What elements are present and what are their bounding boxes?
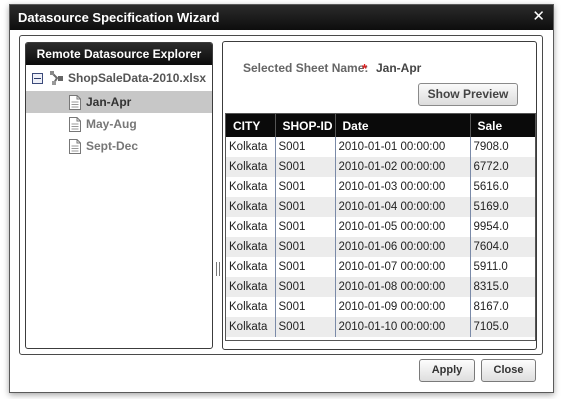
table-cell: Kolkata [226, 197, 276, 217]
table-cell: 5911.0 [470, 257, 535, 277]
dialog-title: Datasource Specification Wizard [18, 10, 220, 25]
preview-data-grid[interactable]: CITY SHOP-ID Date Sale Kolkata S001 2010-01-0… [225, 113, 536, 341]
table-row[interactable]: Kolkata S001 2010-01-02 00:00:00 6772.0 [226, 157, 535, 177]
tree-item-sheet[interactable]: May-Aug [26, 113, 212, 135]
table-row[interactable]: Kolkata S001 2010-01-06 00:00:00 7604.0 [226, 237, 535, 257]
root-file-label: ShopSaleData-2010.xlsx [68, 71, 207, 85]
tree-root-node[interactable]: ShopSaleData-2010.xlsx [32, 70, 206, 86]
table-row[interactable]: Kolkata S001 2010-01-01 00:00:00 7908.0 [226, 137, 535, 157]
document-icon [69, 94, 81, 110]
table-cell: 2010-01-01 00:00:00 [335, 137, 471, 157]
close-icon[interactable]: ✕ [532, 8, 545, 25]
table-cell: S001 [275, 217, 336, 237]
required-mark: * [362, 61, 368, 76]
apply-button[interactable]: Apply [419, 359, 475, 382]
table-row[interactable]: Kolkata S001 2010-01-05 00:00:00 9954.0 [226, 217, 535, 237]
tree-item-label: Sept-Dec [86, 139, 139, 153]
table-cell: 5616.0 [470, 177, 535, 197]
table-cell: 2010-01-03 00:00:00 [335, 177, 471, 197]
panel-splitter-handle[interactable] [216, 262, 220, 276]
table-cell: 2010-01-07 00:00:00 [335, 257, 471, 277]
tree-item-sheet[interactable]: Sept-Dec [26, 135, 212, 157]
remote-datasource-explorer: Remote Datasource Explorer ShopSaleData-… [25, 42, 213, 349]
table-cell: 2010-01-08 00:00:00 [335, 277, 471, 297]
datasource-wizard-dialog: Datasource Specification Wizard ✕ Remote… [9, 4, 554, 393]
table-cell: 6772.0 [470, 157, 535, 177]
table-cell: 7908.0 [470, 137, 535, 157]
table-cell: S001 [275, 177, 336, 197]
close-button[interactable]: Close [481, 359, 536, 382]
table-row[interactable]: Kolkata S001 2010-01-08 00:00:00 8315.0 [226, 277, 535, 297]
table-cell: S001 [275, 257, 336, 277]
table-cell: Kolkata [226, 217, 276, 237]
table-row[interactable]: Kolkata S001 2010-01-10 00:00:00 7105.0 [226, 317, 535, 337]
table-cell: S001 [275, 237, 336, 257]
table-cell: S001 [275, 137, 336, 157]
table-cell: S001 [275, 197, 336, 217]
show-preview-button[interactable]: Show Preview [418, 83, 518, 106]
table-cell: 7105.0 [470, 317, 535, 337]
table-cell: S001 [275, 317, 336, 337]
explorer-header: Remote Datasource Explorer [26, 43, 212, 65]
table-cell: Kolkata [226, 157, 276, 177]
column-header[interactable]: Date [335, 114, 471, 137]
document-icon [69, 116, 81, 132]
table-row[interactable]: Kolkata S001 2010-01-03 00:00:00 5616.0 [226, 177, 535, 197]
table-cell: Kolkata [226, 137, 276, 157]
document-icon [69, 138, 81, 154]
title-bar[interactable]: Datasource Specification Wizard ✕ [10, 5, 553, 30]
table-cell: 2010-01-10 00:00:00 [335, 317, 471, 337]
sheet-preview-panel: Selected Sheet Name: * Jan-Apr Show Prev… [222, 41, 537, 350]
table-cell: 8315.0 [470, 277, 535, 297]
table-cell: 5169.0 [470, 197, 535, 217]
datasource-icon [50, 71, 63, 85]
content-frame: Remote Datasource Explorer ShopSaleData-… [19, 35, 543, 355]
table-cell: S001 [275, 157, 336, 177]
tree-item-label: Jan-Apr [86, 95, 132, 109]
table-cell: Kolkata [226, 297, 276, 317]
table-row[interactable]: Kolkata S001 2010-01-04 00:00:00 5169.0 [226, 197, 535, 217]
selected-sheet-label: Selected Sheet Name: [243, 61, 369, 75]
column-header[interactable]: SHOP-ID [275, 114, 336, 137]
tree-item-sheet[interactable]: Jan-Apr [26, 91, 212, 113]
table-cell: 8167.0 [470, 297, 535, 317]
table-cell: Kolkata [226, 277, 276, 297]
column-header[interactable]: Sale [470, 114, 535, 137]
table-cell: 2010-01-02 00:00:00 [335, 157, 471, 177]
table-cell: 2010-01-04 00:00:00 [335, 197, 471, 217]
selected-sheet-value: Jan-Apr [376, 61, 422, 75]
table-row[interactable]: Kolkata S001 2010-01-07 00:00:00 5911.0 [226, 257, 535, 277]
table-cell: Kolkata [226, 177, 276, 197]
grid-header-row: CITY SHOP-ID Date Sale [226, 114, 535, 137]
collapse-toggle-icon[interactable] [32, 72, 43, 84]
table-row[interactable]: Kolkata S001 2010-01-09 00:00:00 8167.0 [226, 297, 535, 317]
table-cell: 7604.0 [470, 237, 535, 257]
table-cell: Kolkata [226, 257, 276, 277]
table-cell: 2010-01-09 00:00:00 [335, 297, 471, 317]
tree-item-label: May-Aug [86, 117, 137, 131]
table-cell: Kolkata [226, 317, 276, 337]
table-cell: S001 [275, 277, 336, 297]
table-cell: 2010-01-05 00:00:00 [335, 217, 471, 237]
table-cell: 9954.0 [470, 217, 535, 237]
table-cell: 2010-01-06 00:00:00 [335, 237, 471, 257]
table-cell: S001 [275, 297, 336, 317]
column-header[interactable]: CITY [226, 114, 276, 137]
table-cell: Kolkata [226, 237, 276, 257]
